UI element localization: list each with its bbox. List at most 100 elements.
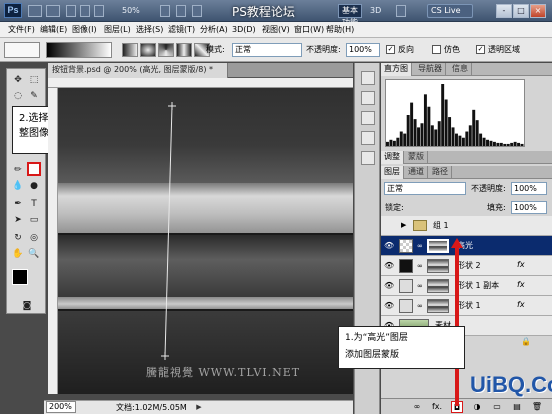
- tab-layers[interactable]: 图层: [381, 166, 404, 179]
- zoom-tool-icon[interactable]: [94, 5, 104, 17]
- zoom-tool-icon-2[interactable]: 🔍: [27, 247, 41, 261]
- bridge-icon[interactable]: [28, 5, 42, 17]
- tab-adjustments[interactable]: 调整: [381, 151, 404, 164]
- screen-mode-icon[interactable]: [192, 5, 202, 17]
- menu-edit[interactable]: 编辑(E): [40, 24, 67, 36]
- fx-badge[interactable]: fx: [517, 300, 525, 309]
- canvas[interactable]: 騰龍視覺 WWW.TLVI.NET: [58, 88, 353, 394]
- blend-mode-select[interactable]: 正常: [384, 182, 466, 195]
- 3d-rotate-tool-icon[interactable]: ↻: [11, 231, 25, 245]
- reverse-checkbox[interactable]: ✓: [386, 45, 395, 54]
- workspace-more-icon[interactable]: [396, 5, 406, 17]
- lasso-tool-icon[interactable]: ◌: [11, 89, 25, 103]
- layer-row[interactable]: ▶ 组 1: [381, 216, 552, 236]
- move-tool-icon[interactable]: ✥: [11, 73, 25, 87]
- fill-input[interactable]: 100%: [511, 201, 547, 214]
- site-watermark: 騰龍視覺 WWW.TLVI.NET: [146, 366, 301, 379]
- tab-masks[interactable]: 蒙版: [405, 151, 428, 164]
- actions-icon[interactable]: [361, 91, 375, 105]
- paragraph-icon[interactable]: [361, 151, 375, 165]
- angle-gradient-icon[interactable]: [158, 43, 174, 57]
- arrange-documents-icon[interactable]: [176, 5, 186, 17]
- new-layer-icon[interactable]: ▤: [511, 401, 523, 413]
- character-icon[interactable]: [361, 131, 375, 145]
- new-group-icon[interactable]: ▭: [491, 401, 503, 413]
- menu-file[interactable]: 文件(F): [8, 24, 35, 36]
- shape-tool-icon[interactable]: ▭: [27, 213, 41, 227]
- zoom-level[interactable]: 50%: [122, 5, 156, 17]
- marquee-tool-icon[interactable]: ⬚: [27, 73, 41, 87]
- cs-live-button[interactable]: CS Live: [427, 4, 473, 18]
- 3d-orbit-tool-icon[interactable]: ◎: [27, 231, 41, 245]
- brush-tool-icon[interactable]: ✏: [11, 163, 25, 177]
- layer-style-icon[interactable]: fx.: [431, 401, 443, 413]
- visibility-icon[interactable]: 👁: [384, 301, 394, 311]
- radial-gradient-icon[interactable]: [140, 43, 156, 57]
- fx-badge[interactable]: fx: [517, 260, 525, 269]
- menu-view[interactable]: 视图(V): [262, 24, 290, 36]
- menu-bar: 文件(F) 编辑(E) 图像(I) 图层(L) 选择(S) 滤镜(T) 分析(A…: [0, 22, 552, 38]
- layer-opacity-input[interactable]: 100%: [511, 182, 547, 195]
- quick-mask-icon[interactable]: ◙: [20, 299, 34, 313]
- close-button[interactable]: ×: [530, 4, 546, 18]
- menu-filter[interactable]: 滤镜(T): [168, 24, 195, 36]
- workspace-3d-button[interactable]: 3D: [370, 6, 381, 15]
- dither-checkbox[interactable]: [432, 45, 441, 54]
- gradient-tool-icon[interactable]: [27, 162, 41, 176]
- menu-select[interactable]: 选择(S): [136, 24, 163, 36]
- gradient-picker[interactable]: [46, 42, 112, 58]
- dodge-tool-icon[interactable]: ●: [27, 179, 41, 193]
- foreground-color-swatch[interactable]: [12, 269, 28, 285]
- visibility-icon[interactable]: [384, 221, 394, 231]
- tool-preset-picker[interactable]: [4, 42, 40, 58]
- opacity-input[interactable]: 100%: [346, 43, 380, 57]
- visibility-icon[interactable]: 👁: [384, 281, 394, 291]
- status-zoom-input[interactable]: 200%: [46, 401, 76, 413]
- tab-paths[interactable]: 路径: [429, 166, 452, 179]
- mode-select[interactable]: 正常: [232, 43, 302, 57]
- menu-help[interactable]: 帮助(H): [326, 24, 354, 36]
- brush-presets-icon[interactable]: [361, 111, 375, 125]
- menu-image[interactable]: 图像(I): [72, 24, 97, 36]
- delete-layer-icon[interactable]: 🗑: [531, 401, 543, 413]
- linear-gradient-icon[interactable]: [122, 43, 138, 57]
- link-layers-icon[interactable]: ∞: [411, 401, 423, 413]
- visibility-icon[interactable]: 👁: [384, 261, 394, 271]
- reflected-gradient-icon[interactable]: [176, 43, 192, 57]
- document-tab[interactable]: 按钮背景.psd @ 200% (高光, 图层蒙版/8) *: [48, 63, 228, 78]
- tab-navigator[interactable]: 导航器: [415, 63, 446, 76]
- tab-histogram[interactable]: 直方图: [381, 63, 412, 76]
- layer-row[interactable]: 👁 ∞ 形状 2 fx: [381, 256, 552, 276]
- status-menu-arrow-icon[interactable]: ▶: [194, 402, 204, 412]
- horizontal-ruler: [48, 78, 353, 88]
- visibility-icon[interactable]: 👁: [384, 241, 394, 251]
- layer-row[interactable]: 👁 ∞ 形状 1 fx: [381, 296, 552, 316]
- expand-arrow-icon[interactable]: ▶: [401, 221, 406, 229]
- tab-channels[interactable]: 通道: [405, 166, 428, 179]
- layer-row-selected[interactable]: 👁 ∞ 高光: [381, 236, 552, 256]
- rotate-view-icon[interactable]: [160, 5, 170, 17]
- path-select-tool-icon[interactable]: ➤: [11, 213, 25, 227]
- quick-select-tool-icon[interactable]: ✎: [27, 89, 41, 103]
- transparency-checkbox[interactable]: ✓: [476, 45, 485, 54]
- guides-icon[interactable]: [66, 5, 76, 17]
- maximize-button[interactable]: □: [513, 4, 529, 18]
- menu-layer[interactable]: 图层(L): [104, 24, 131, 36]
- menu-analysis[interactable]: 分析(A): [200, 24, 228, 36]
- tab-info[interactable]: 信息: [449, 63, 472, 76]
- workspace-essentials-button[interactable]: 基本功能: [338, 4, 362, 27]
- history-icon[interactable]: [361, 71, 375, 85]
- hand-tool-icon[interactable]: [80, 5, 90, 17]
- minibridge-icon[interactable]: [46, 5, 60, 17]
- adjustment-layer-icon[interactable]: ◑: [471, 401, 483, 413]
- blur-tool-icon[interactable]: 💧: [11, 179, 25, 193]
- hand-tool-icon-2[interactable]: ✋: [11, 247, 25, 261]
- fx-badge[interactable]: fx: [517, 280, 525, 289]
- pen-tool-icon[interactable]: ✒: [11, 197, 25, 211]
- layer-mask-thumbnail[interactable]: [427, 239, 449, 253]
- menu-window[interactable]: 窗口(W): [294, 24, 324, 36]
- minimize-button[interactable]: -: [496, 4, 512, 18]
- type-tool-icon[interactable]: T: [27, 197, 41, 211]
- layer-row[interactable]: 👁 ∞ 形状 1 副本 fx: [381, 276, 552, 296]
- menu-3d[interactable]: 3D(D): [232, 24, 256, 36]
